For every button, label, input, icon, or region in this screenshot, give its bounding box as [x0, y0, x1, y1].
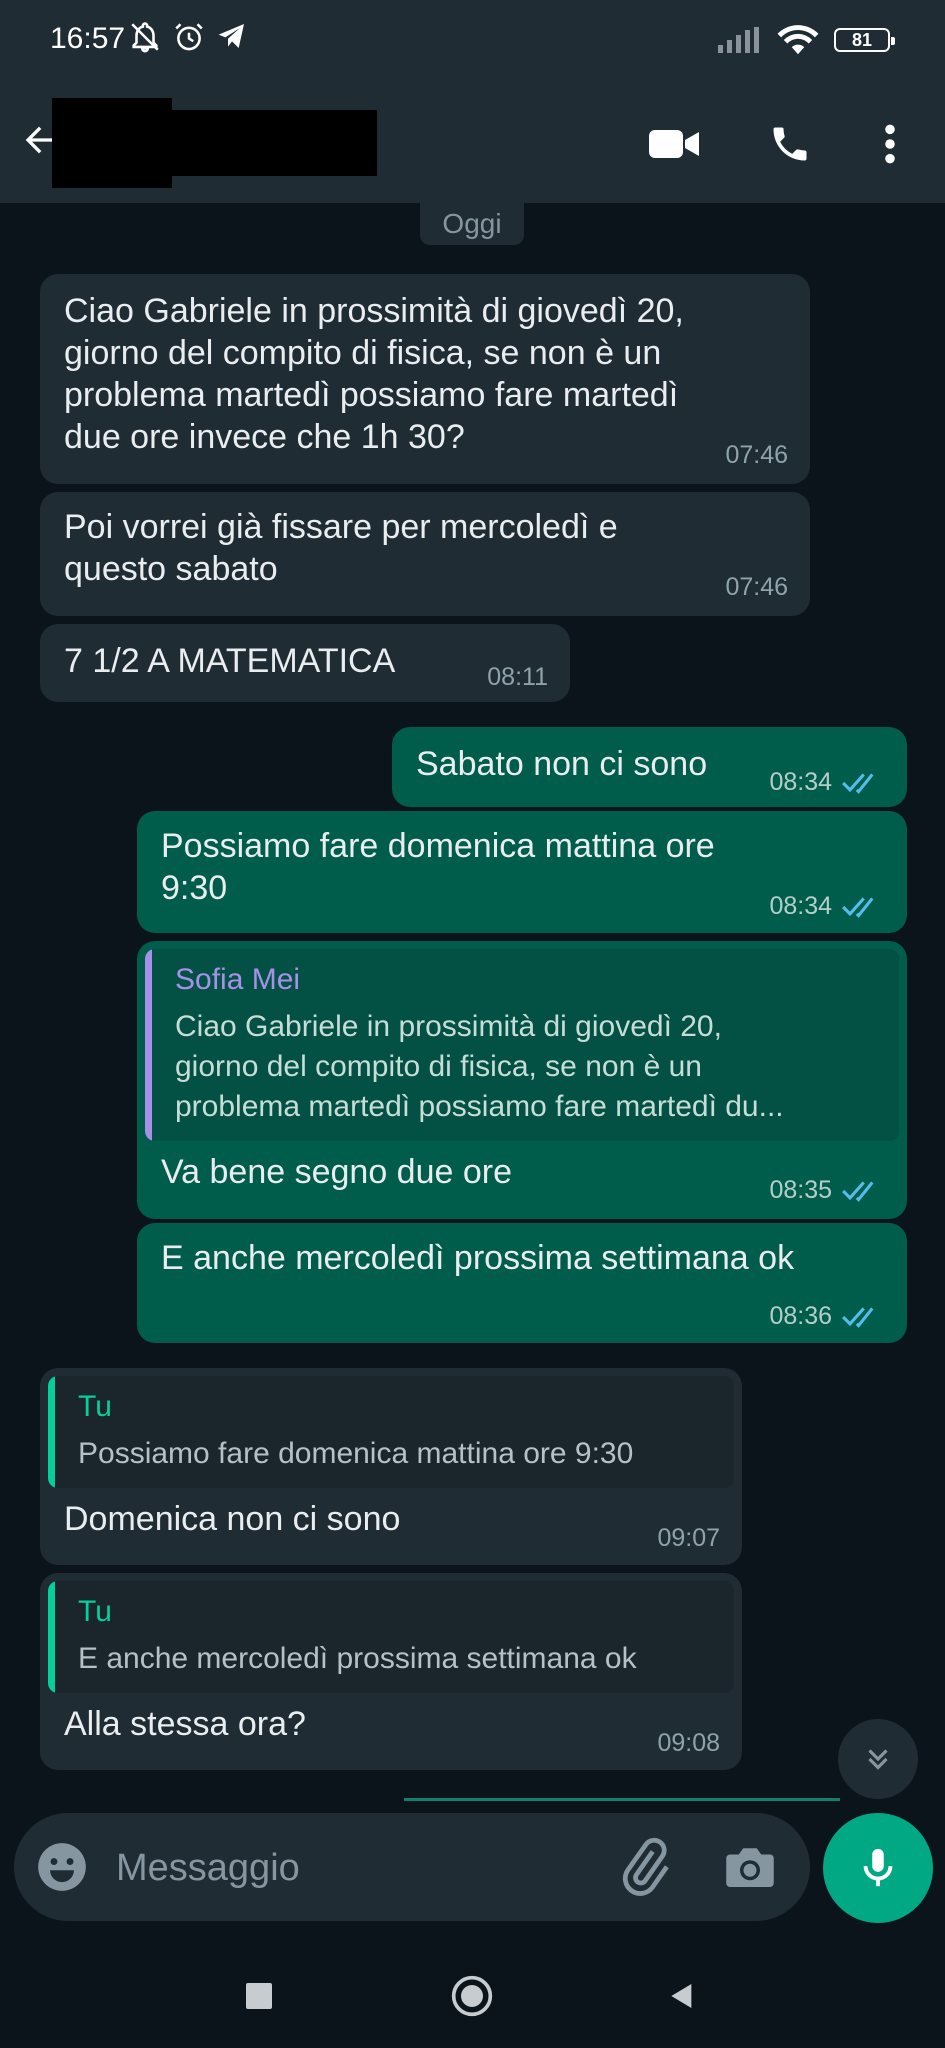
quoted-author: Sofia Mei: [175, 963, 301, 996]
double-chevron-down-icon: [868, 1749, 888, 1770]
mic-icon: [863, 1848, 893, 1887]
phone-icon: [773, 127, 807, 161]
back-triangle-icon: [671, 1984, 692, 2008]
battery-indicator: 81: [834, 28, 895, 52]
scroll-to-bottom-button[interactable]: [838, 1719, 918, 1799]
wifi-icon: [777, 25, 819, 55]
video-call-icon: [649, 130, 699, 158]
incoming-message[interactable]: Poi vorrei già fissare per mercoledì e q…: [40, 492, 810, 616]
status-bar: 16:57 81: [0, 0, 945, 78]
quoted-text: Ciao Gabriele in prossimità di giovedì 2…: [175, 1010, 784, 1123]
back-nav-button[interactable]: [652, 1971, 712, 2021]
quoted-message[interactable]: Sofia Mei Ciao Gabriele in prossimità di…: [145, 949, 899, 1141]
message-time: 08:11: [487, 663, 548, 691]
message-input[interactable]: [114, 1837, 598, 1899]
message-time: 09:07: [657, 1524, 720, 1552]
voice-message-button[interactable]: [823, 1813, 933, 1923]
message-time: 08:34: [769, 892, 832, 920]
incoming-message[interactable]: Ciao Gabriele in prossimità di giovedì 2…: [40, 274, 810, 484]
outgoing-message[interactable]: Possiamo fare domenica mattina ore 9:30 …: [137, 811, 907, 933]
signal-icon: [718, 27, 759, 53]
chat-header: [0, 78, 945, 203]
quoted-author: Tu: [78, 1390, 112, 1423]
contact-name-redacted[interactable]: [52, 98, 377, 188]
message-text: Domenica non ci sono: [64, 1500, 401, 1538]
redaction-block: [52, 98, 172, 188]
message-text: Sabato non ci sono: [416, 745, 708, 783]
quoted-text: Possiamo fare domenica mattina ore 9:30: [78, 1437, 634, 1470]
quoted-text: E anche mercoledì prossima settimana ok: [78, 1642, 637, 1675]
message-text: Ciao Gabriele in prossimità di giovedì 2…: [64, 292, 684, 456]
message-time: 08:34: [769, 768, 832, 796]
bell-off-icon: [131, 22, 159, 53]
message-time: 07:46: [725, 573, 788, 601]
quoted-message[interactable]: Tu Possiamo fare domenica mattina ore 9:…: [48, 1376, 734, 1488]
status-time: 16:57: [50, 22, 126, 55]
more-vert-icon: [885, 124, 895, 164]
message-time: 07:46: [725, 441, 788, 469]
outgoing-message[interactable]: E anche mercoledì prossima settimana ok …: [137, 1223, 907, 1343]
incoming-message[interactable]: 7 1/2 A MATEMATICA 08:11: [40, 624, 570, 702]
outgoing-message[interactable]: Sabato non ci sono 08:34: [392, 727, 907, 807]
incoming-reply-message[interactable]: Tu E anche mercoledì prossima settimana …: [40, 1573, 742, 1770]
video-call-button[interactable]: [645, 116, 705, 172]
outgoing-reply-message[interactable]: Sofia Mei Ciao Gabriele in prossimità di…: [137, 941, 907, 1219]
message-text: E anche mercoledì prossima settimana ok: [161, 1239, 795, 1277]
home-button[interactable]: [442, 1971, 502, 2021]
quoted-message[interactable]: Tu E anche mercoledì prossima settimana …: [48, 1581, 734, 1693]
divider: [404, 1798, 840, 1801]
read-ticks-icon: [842, 1181, 874, 1202]
message-text: Va bene segno due ore: [161, 1153, 512, 1191]
date-chip: Oggi: [420, 203, 524, 245]
recent-apps-button[interactable]: [229, 1971, 289, 2021]
message-time: 08:36: [769, 1302, 832, 1330]
telegram-icon: [218, 24, 244, 48]
redaction-block: [172, 110, 377, 176]
message-time: 08:35: [769, 1176, 832, 1204]
read-ticks-icon: [842, 1307, 874, 1328]
incoming-reply-message[interactable]: Tu Possiamo fare domenica mattina ore 9:…: [40, 1368, 742, 1565]
attach-icon[interactable]: [614, 1837, 674, 1897]
camera-icon[interactable]: [720, 1837, 780, 1897]
message-text: Alla stessa ora?: [64, 1705, 306, 1743]
square-icon: [246, 1983, 272, 2009]
home-circle-icon: [451, 1975, 493, 2017]
voice-call-button[interactable]: [760, 116, 820, 172]
read-ticks-icon: [842, 773, 874, 794]
emoji-icon[interactable]: [36, 1841, 88, 1893]
message-composer: [14, 1813, 810, 1921]
quoted-author: Tu: [78, 1595, 112, 1628]
system-nav-bar: [0, 1943, 945, 2048]
message-time: 09:08: [657, 1729, 720, 1757]
alarm-icon: [175, 23, 203, 51]
message-text: Possiamo fare domenica mattina ore 9:30: [161, 827, 715, 907]
message-text: Poi vorrei già fissare per mercoledì e q…: [64, 508, 618, 588]
message-text: 7 1/2 A MATEMATICA: [64, 642, 396, 680]
chat-area[interactable]: Oggi Ciao Gabriele in prossimità di giov…: [0, 203, 945, 1813]
more-options-button[interactable]: [860, 116, 920, 172]
read-ticks-icon: [842, 897, 874, 918]
